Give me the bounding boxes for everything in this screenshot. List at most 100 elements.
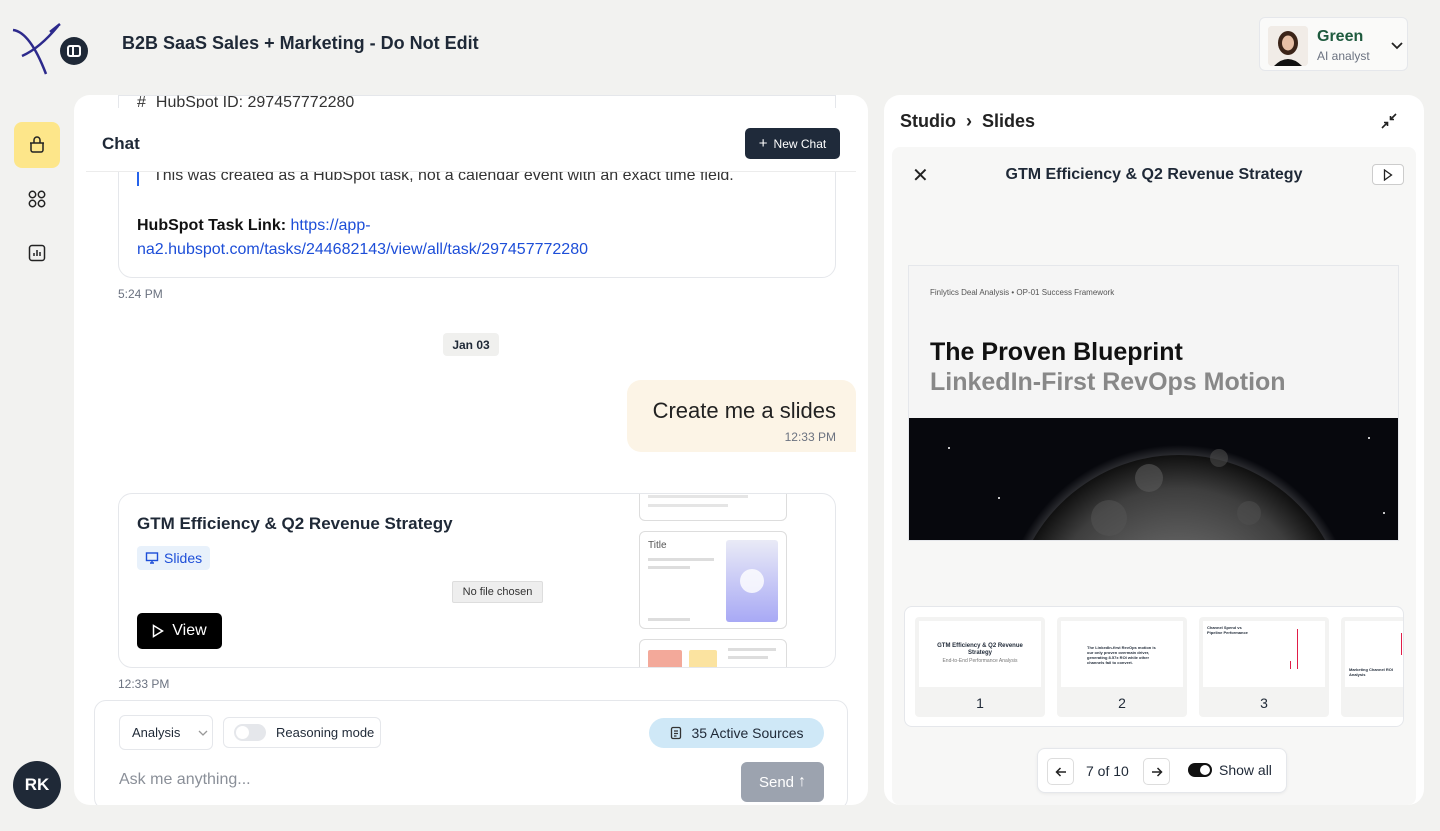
deck-title: GTM Efficiency & Q2 Revenue Strategy <box>1005 166 1303 183</box>
sources-label: 35 Active Sources <box>691 725 804 741</box>
user-avatar <box>1268 26 1308 66</box>
user-message-time: 12:33 PM <box>784 430 836 444</box>
placeholder-line <box>728 656 768 659</box>
mode-select[interactable]: Analysis <box>119 715 213 750</box>
thumbnail-title: GTM Efficiency & Q2 Revenue Strategy <box>937 643 1023 656</box>
send-button[interactable]: Send ↑ <box>741 762 824 802</box>
slide-thumb-preview: Title <box>639 531 787 629</box>
breadcrumb-slides: Slides <box>982 111 1036 131</box>
view-button[interactable]: View <box>137 613 222 649</box>
arrow-up-icon: ↑ <box>798 773 807 790</box>
slide-viewer: ✕ GTM Efficiency & Q2 Revenue Strategy F… <box>892 147 1416 805</box>
prev-slide-button[interactable] <box>1047 758 1074 785</box>
thumbnail-image: GTM Efficiency & Q2 Revenue Strategy End… <box>919 621 1041 687</box>
thumb-title: Title <box>648 540 667 551</box>
slides-badge: Slides <box>137 546 211 570</box>
arrow-left-icon <box>1054 766 1066 777</box>
new-chat-label: New Chat <box>773 136 827 151</box>
thumbnail-2[interactable]: The LinkedIn-first RevOps motion is our … <box>1057 617 1187 717</box>
thumbnail-title: The LinkedIn-first RevOps motion is our … <box>1087 645 1156 665</box>
show-all-label: Show all <box>1219 762 1272 778</box>
thumbnail-number: 1 <box>976 695 984 711</box>
chat-input[interactable]: Ask me anything... <box>119 771 251 789</box>
minimize-icon[interactable] <box>1380 112 1398 130</box>
user-menu[interactable]: Green AI analyst <box>1259 17 1408 71</box>
nav-projects[interactable] <box>14 122 60 168</box>
placeholder-line <box>648 504 728 507</box>
toggle-switch[interactable] <box>234 724 266 741</box>
thumbnail-image: Marketing Channel ROI Analysis <box>1345 621 1403 687</box>
user-message-text: Create me a slides <box>652 398 836 423</box>
placeholder-line <box>648 495 748 498</box>
chat-input-box: Analysis Reasoning mode 35 Active Source… <box>94 700 848 805</box>
slide-thumb-preview <box>639 494 787 521</box>
active-sources-button[interactable]: 35 Active Sources <box>649 718 824 748</box>
send-label: Send <box>758 773 795 791</box>
thumb-orb <box>740 569 764 593</box>
file-input[interactable]: No file chosen <box>452 581 543 603</box>
present-button[interactable] <box>1372 164 1404 185</box>
thumbnail-bar <box>1297 629 1298 669</box>
thumb-image <box>726 540 778 622</box>
user-role: AI analyst <box>1317 49 1370 63</box>
chat-panel: # HubSpot ID: 297457772280 This was creat… <box>74 95 868 805</box>
current-slide: Finlytics Deal Analysis • OP-01 Success … <box>908 265 1399 541</box>
slide-subheading: LinkedIn-First RevOps Motion <box>930 368 1286 396</box>
workspace-title: B2B SaaS Sales + Marketing - Do Not Edit <box>122 33 479 53</box>
thumb-block <box>689 650 717 667</box>
nav-apps[interactable] <box>14 176 60 222</box>
result-time: 12:33 PM <box>118 677 170 691</box>
breadcrumb-studio[interactable]: Studio <box>900 111 956 131</box>
user-initials-avatar[interactable]: RK <box>13 761 61 809</box>
moon-image <box>909 418 1398 540</box>
slide-thumb-preview <box>639 639 787 667</box>
view-label: View <box>172 622 207 639</box>
slide-counter: 7 of 10 <box>1086 763 1129 779</box>
reasoning-label: Reasoning mode <box>276 725 375 740</box>
chart-icon <box>28 244 46 262</box>
slides-result-card: GTM Efficiency & Q2 Revenue Strategy Sli… <box>118 493 836 668</box>
result-title: GTM Efficiency & Q2 Revenue Strategy <box>137 514 453 533</box>
thumbnail-bar <box>1290 661 1291 669</box>
slide-heading: The Proven Blueprint <box>930 338 1183 366</box>
thumbnail-1[interactable]: GTM Efficiency & Q2 Revenue Strategy End… <box>915 617 1045 717</box>
breadcrumb-separator: › <box>961 111 978 131</box>
task-link-line: HubSpot Task Link: https://app-na2.hubsp… <box>137 214 817 262</box>
arrow-right-icon <box>1151 766 1163 777</box>
user-message: Create me a slides 12:33 PM <box>627 380 856 452</box>
thumb-block <box>648 650 682 667</box>
date-divider: Jan 03 <box>443 333 499 356</box>
mode-value: Analysis <box>132 725 181 740</box>
thumbnail-bar <box>1401 633 1402 655</box>
chevron-down-icon <box>1391 42 1403 50</box>
task-link-label: HubSpot Task Link: <box>137 217 287 234</box>
nav-analytics[interactable] <box>14 230 60 276</box>
thumbnail-subtitle: End-to-End Performance Analysis <box>942 658 1018 664</box>
slides-badge-label: Slides <box>164 550 203 566</box>
chat-title: Chat <box>102 134 140 153</box>
reasoning-toggle[interactable]: Reasoning mode <box>223 717 381 748</box>
thumbnail-number: 3 <box>1260 695 1268 711</box>
thumbnail-number: 2 <box>1118 695 1126 711</box>
slide-eyebrow: Finlytics Deal Analysis • OP-01 Success … <box>930 288 1115 297</box>
panel-icon <box>67 45 81 57</box>
chat-header: Chat + New Chat <box>86 108 856 172</box>
thumbnail-strip: GTM Efficiency & Q2 Revenue Strategy End… <box>904 606 1404 727</box>
thumbnail-title: Channel Spend vs Pipeline Performance <box>1207 625 1248 635</box>
message-time: 5:24 PM <box>118 287 163 301</box>
sidebar-toggle-button[interactable] <box>60 37 88 65</box>
thumbnail-3[interactable]: Channel Spend vs Pipeline Performance 3 <box>1199 617 1329 717</box>
show-all-toggle[interactable] <box>1188 763 1212 777</box>
stack-icon <box>30 136 44 153</box>
play-icon <box>1383 168 1393 181</box>
new-chat-button[interactable]: + New Chat <box>745 128 840 159</box>
thumbnail-4[interactable]: Marketing Channel ROI Analysis <box>1341 617 1403 717</box>
thumbnail-title: Marketing Channel ROI Analysis <box>1349 667 1394 677</box>
placeholder-line <box>728 648 776 651</box>
placeholder-line <box>648 618 690 621</box>
next-slide-button[interactable] <box>1143 758 1170 785</box>
play-icon <box>153 624 165 638</box>
thumbnail-image: The LinkedIn-first RevOps motion is our … <box>1061 621 1183 687</box>
presentation-icon <box>145 552 159 564</box>
chevron-down-icon <box>198 730 208 736</box>
